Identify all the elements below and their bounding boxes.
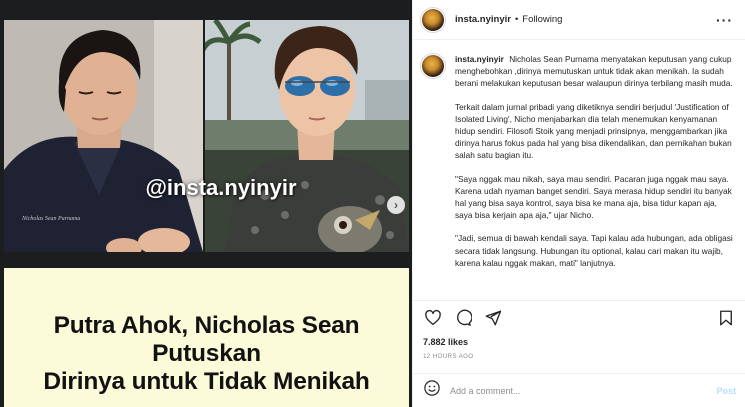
post-header: insta.nyinyir • Following ··· [413,0,745,40]
photo-left: Nicholas Sean Purnama [4,20,203,252]
media-caption-text: Putra Ahok, Nicholas Sean Putuskan Dirin… [4,312,409,396]
caption-paragraph-2: Terkait dalam jurnal pribadi yang diketi… [455,101,732,161]
comments-area[interactable]: insta.nyinyir Nicholas Sean Purnama meny… [413,41,745,299]
post-media[interactable]: Nicholas Sean Purnama @insta.nyinyir › P… [0,0,412,407]
photo-right [205,20,409,252]
caption-comment: insta.nyinyir Nicholas Sean Purnama meny… [420,53,734,280]
caption-paragraph: insta.nyinyir Nicholas Sean Purnama meny… [455,53,734,90]
caption-avatar[interactable] [420,53,446,79]
following-button[interactable]: Following [522,14,562,25]
header-separator: • [514,14,519,25]
post-comment-button[interactable]: Post [716,386,736,396]
action-bar [413,300,745,334]
header-username[interactable]: insta.nyinyir [455,14,511,25]
man-with-sunglasses-illustration [205,20,409,252]
media-watermark: @insta.nyinyir [145,175,297,200]
media-caption-banner: Putra Ahok, Nicholas Sean Putuskan Dirin… [4,268,409,407]
likes-count[interactable]: 7.882 likes [423,337,468,347]
smiley-icon[interactable] [423,379,441,402]
comment-bubble-icon[interactable] [452,307,474,329]
avatar[interactable] [420,6,446,33]
heart-icon[interactable] [422,307,444,329]
caption-line-1: Putra Ahok, Nicholas Sean Putuskan [53,312,360,367]
caption-body: insta.nyinyir Nicholas Sean Purnama meny… [455,53,734,280]
caption-username[interactable]: insta.nyinyir [455,54,504,64]
caption-line-2: Dirinya untuk Tidak Menikah [43,368,370,395]
more-options-icon[interactable]: ··· [716,12,733,28]
carousel-next-icon[interactable]: › [387,196,405,214]
caption-paragraph-4: "Jadi, semua di bawah kendali saya. Tapi… [455,233,733,268]
shirt-text: Nicholas Sean Purnama [22,216,81,222]
post-sidebar: insta.nyinyir • Following ··· insta.nyin… [412,0,745,407]
add-comment-bar: Post [413,373,745,407]
comment-input[interactable] [450,385,717,396]
bookmark-icon[interactable] [715,307,737,329]
paper-plane-icon[interactable] [482,307,504,329]
post-timestamp[interactable]: 12 HOURS AGO [423,353,474,360]
caption-paragraph-3: "Saya nggak mau nikah, saya mau sendiri.… [455,173,732,221]
